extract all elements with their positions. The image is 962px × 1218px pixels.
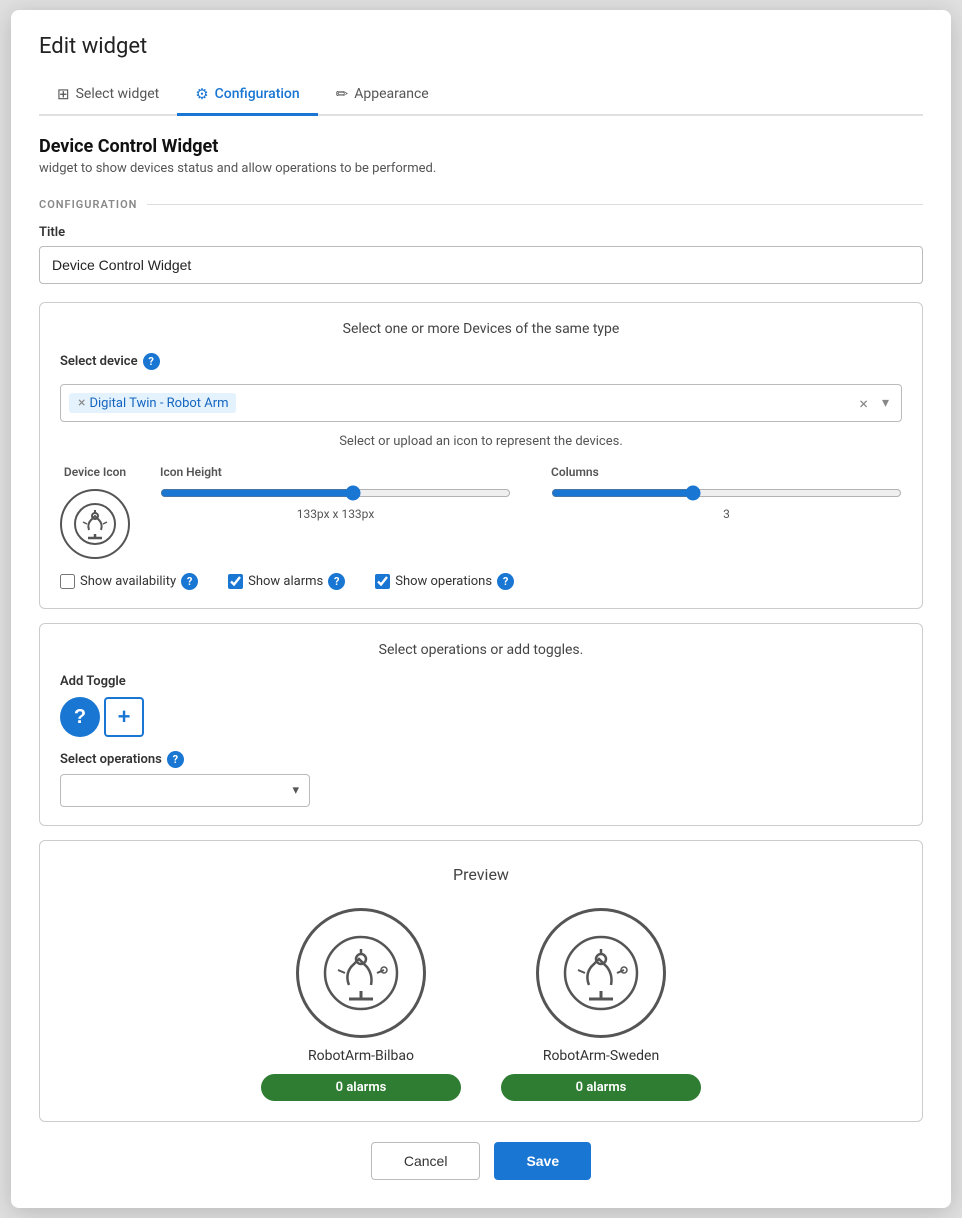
device-select-help-icon[interactable]: ?	[143, 353, 160, 370]
cancel-button[interactable]: Cancel	[371, 1142, 481, 1180]
device-icon-button[interactable]	[60, 489, 130, 559]
show-availability-checkbox-item: Show availability ?	[60, 573, 198, 590]
gear-icon: ⚙	[195, 85, 208, 103]
preview-device-0: RobotArm-Bilbao 0 alarms	[261, 908, 461, 1101]
selected-device-tag: × Digital Twin - Robot Arm	[69, 393, 236, 413]
device-tag-input[interactable]: × Digital Twin - Robot Arm × ▾	[60, 384, 902, 422]
device-section-title: Select one or more Devices of the same t…	[60, 321, 902, 337]
preview-title: Preview	[60, 865, 902, 884]
toggle-help-button[interactable]: ?	[60, 697, 100, 737]
select-operations-dropdown[interactable]: ▾	[60, 774, 310, 807]
columns-slider-group: Columns 3	[551, 465, 902, 521]
sliders-col: Icon Height 133px x 133px Columns 3	[160, 465, 902, 521]
show-alarms-checkbox[interactable]	[228, 574, 243, 589]
title-input[interactable]	[39, 246, 923, 284]
show-operations-checkbox[interactable]	[375, 574, 390, 589]
tab-configuration[interactable]: ⚙ Configuration	[177, 77, 317, 116]
toggle-add-button[interactable]: +	[104, 697, 144, 737]
add-toggle-label: Add Toggle	[60, 674, 902, 689]
icon-height-slider[interactable]	[160, 485, 511, 501]
dropdown-arrow-icon: ▾	[292, 783, 299, 798]
edit-widget-dialog: Edit widget ⊞ Select widget ⚙ Configurat…	[11, 10, 951, 1208]
icon-controls: Device Icon	[60, 465, 902, 559]
icon-height-value: 133px x 133px	[160, 507, 511, 521]
preview-robot-arm-svg-1	[561, 933, 641, 1013]
preview-card: Preview RobotArm-Bilba	[39, 840, 923, 1122]
preview-devices: RobotArm-Bilbao 0 alarms	[60, 908, 902, 1101]
tag-dropdown-icon[interactable]: ▾	[878, 395, 893, 411]
icon-height-slider-group: Icon Height 133px x 133px	[160, 465, 511, 521]
checkboxes-row: Show availability ? Show alarms ? Show o…	[60, 573, 902, 590]
select-ops-help-icon[interactable]: ?	[167, 751, 184, 768]
pencil-icon: ✏	[336, 85, 349, 103]
footer-buttons: Cancel Save	[39, 1142, 923, 1180]
operations-section-title: Select operations or add toggles.	[60, 642, 902, 658]
show-alarms-checkbox-item: Show alarms ?	[228, 573, 345, 590]
device-icon-label: Device Icon	[64, 465, 126, 479]
preview-device-name-0: RobotArm-Bilbao	[308, 1048, 414, 1064]
tabs-bar: ⊞ Select widget ⚙ Configuration ✏ Appear…	[39, 77, 923, 116]
icon-height-label: Icon Height	[160, 465, 511, 479]
device-select-label: Select device ?	[60, 353, 160, 370]
icon-preview-col: Device Icon	[60, 465, 130, 559]
preview-device-1: RobotArm-Sweden 0 alarms	[501, 908, 701, 1101]
select-ops-label: Select operations ?	[60, 751, 902, 768]
tab-select-widget[interactable]: ⊞ Select widget	[39, 77, 177, 116]
configuration-section-label: CONFIGURATION	[39, 198, 923, 211]
show-availability-help-icon[interactable]: ?	[181, 573, 198, 590]
columns-value: 3	[551, 507, 902, 521]
widget-description: widget to show devices status and allow …	[39, 161, 923, 176]
show-operations-help-icon[interactable]: ?	[497, 573, 514, 590]
preview-device-name-1: RobotArm-Sweden	[543, 1048, 659, 1064]
show-alarms-help-icon[interactable]: ?	[328, 573, 345, 590]
operations-card: Select operations or add toggles. Add To…	[39, 623, 923, 826]
tag-close-icon[interactable]: ×	[78, 395, 85, 411]
save-button[interactable]: Save	[494, 1142, 591, 1180]
columns-label: Columns	[551, 465, 902, 479]
select-ops-row: Select operations ? ▾	[60, 751, 902, 807]
toggle-buttons: ? +	[60, 697, 902, 737]
dialog-title: Edit widget	[39, 34, 923, 59]
preview-device-icon-0	[296, 908, 426, 1038]
alarm-badge-1: 0 alarms	[501, 1074, 701, 1101]
icon-section-title: Select or upload an icon to represent th…	[60, 434, 902, 449]
alarm-badge-0: 0 alarms	[261, 1074, 461, 1101]
add-toggle-section: Add Toggle ? +	[60, 674, 902, 737]
device-selection-card: Select one or more Devices of the same t…	[39, 302, 923, 609]
show-operations-checkbox-item: Show operations ?	[375, 573, 514, 590]
preview-device-icon-1	[536, 908, 666, 1038]
tab-appearance[interactable]: ✏ Appearance	[318, 77, 447, 116]
robot-arm-svg	[73, 502, 117, 546]
title-field-label: Title	[39, 225, 923, 240]
tag-clear-icon[interactable]: ×	[855, 394, 872, 413]
columns-slider[interactable]	[551, 485, 902, 501]
grid-icon: ⊞	[57, 85, 70, 103]
widget-name: Device Control Widget	[39, 136, 923, 157]
preview-robot-arm-svg-0	[321, 933, 401, 1013]
show-availability-checkbox[interactable]	[60, 574, 75, 589]
device-select-row: Select device ?	[60, 353, 902, 370]
